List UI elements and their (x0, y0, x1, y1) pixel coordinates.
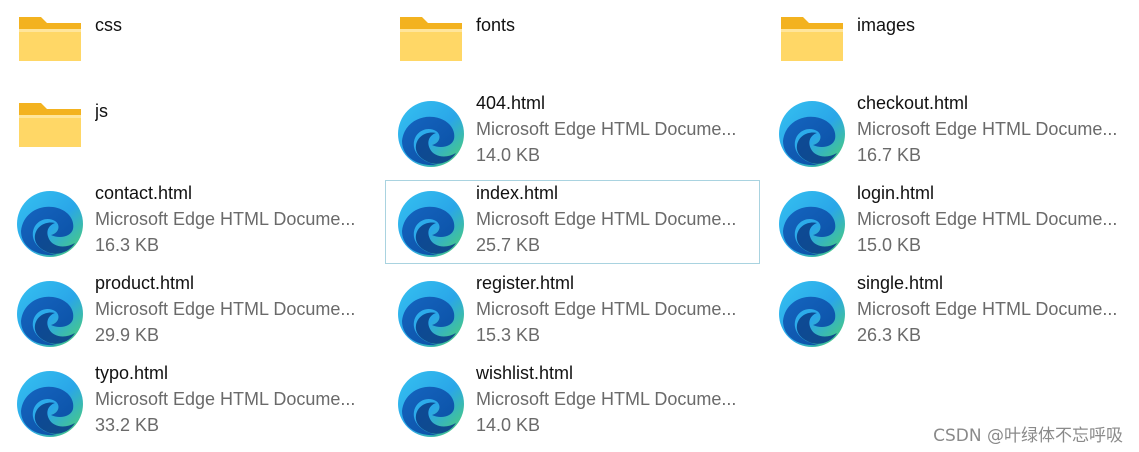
folder-item[interactable]: css (4, 4, 379, 88)
file-size: 15.0 KB (857, 235, 922, 255)
file-type: Microsoft Edge HTML Docume... (476, 209, 737, 229)
edge-html-file-icon (396, 279, 466, 349)
file-type: Microsoft Edge HTML Docume... (476, 299, 737, 319)
file-size: 16.7 KB (857, 145, 922, 165)
file-item[interactable]: index.html Microsoft Edge HTML Docume... 2… (385, 180, 760, 264)
file-item[interactable]: wishlist.html Microsoft Edge HTML Docume.… (385, 360, 760, 444)
file-size: 16.3 KB (95, 235, 160, 255)
file-name: single.html (857, 273, 944, 293)
file-name: 404.html (476, 93, 546, 113)
file-item[interactable]: register.html Microsoft Edge HTML Docume.… (385, 270, 760, 354)
file-grid: css fonts images js 404.html Microsoft Edge H… (0, 0, 1139, 452)
file-size: 14.0 KB (476, 415, 541, 435)
watermark: CSDN @叶绿体不忘呼吸 (933, 426, 1123, 446)
file-size: 14.0 KB (476, 145, 541, 165)
file-item[interactable]: product.html Microsoft Edge HTML Docume..… (4, 270, 379, 354)
file-type: Microsoft Edge HTML Docume... (476, 389, 737, 409)
edge-html-file-icon (15, 189, 85, 259)
file-name: login.html (857, 183, 935, 203)
file-size: 25.7 KB (476, 235, 541, 255)
file-size: 29.9 KB (95, 325, 160, 345)
edge-html-file-icon (396, 99, 466, 169)
edge-html-file-icon (777, 279, 847, 349)
edge-html-file-icon (396, 189, 466, 259)
file-size: 26.3 KB (857, 325, 922, 345)
file-size: 33.2 KB (95, 415, 160, 435)
folder-icon (777, 5, 847, 75)
folder-item[interactable]: images (766, 4, 1139, 88)
file-item[interactable]: single.html Microsoft Edge HTML Docume...… (766, 270, 1139, 354)
file-name: js (95, 101, 108, 121)
file-type: Microsoft Edge HTML Docume... (95, 389, 356, 409)
file-name: contact.html (95, 183, 193, 203)
file-type: Microsoft Edge HTML Docume... (95, 299, 356, 319)
folder-icon (15, 91, 85, 161)
file-type: Microsoft Edge HTML Docume... (95, 209, 356, 229)
file-name: index.html (476, 183, 559, 203)
edge-html-file-icon (396, 369, 466, 439)
file-name: product.html (95, 273, 195, 293)
file-name: register.html (476, 273, 575, 293)
file-type: Microsoft Edge HTML Docume... (857, 299, 1118, 319)
file-name: css (95, 15, 122, 35)
file-item[interactable]: login.html Microsoft Edge HTML Docume... 1… (766, 180, 1139, 264)
file-item[interactable]: typo.html Microsoft Edge HTML Docume... 33… (4, 360, 379, 444)
file-name: checkout.html (857, 93, 969, 113)
file-name: typo.html (95, 363, 169, 383)
file-name: wishlist.html (476, 363, 574, 383)
file-item[interactable]: contact.html Microsoft Edge HTML Docume..… (4, 180, 379, 264)
edge-html-file-icon (15, 279, 85, 349)
file-type: Microsoft Edge HTML Docume... (857, 119, 1118, 139)
folder-icon (15, 5, 85, 75)
folder-item[interactable]: fonts (385, 4, 760, 88)
file-name: images (857, 15, 916, 35)
folder-item[interactable]: js (4, 90, 379, 174)
file-size: 15.3 KB (476, 325, 541, 345)
edge-html-file-icon (777, 99, 847, 169)
file-type: Microsoft Edge HTML Docume... (476, 119, 737, 139)
file-item[interactable]: checkout.html Microsoft Edge HTML Docume.… (766, 90, 1139, 174)
file-name: fonts (476, 15, 516, 35)
edge-html-file-icon (777, 189, 847, 259)
edge-html-file-icon (15, 369, 85, 439)
folder-icon (396, 5, 466, 75)
file-type: Microsoft Edge HTML Docume... (857, 209, 1118, 229)
file-item[interactable]: 404.html Microsoft Edge HTML Docume... 14.… (385, 90, 760, 174)
